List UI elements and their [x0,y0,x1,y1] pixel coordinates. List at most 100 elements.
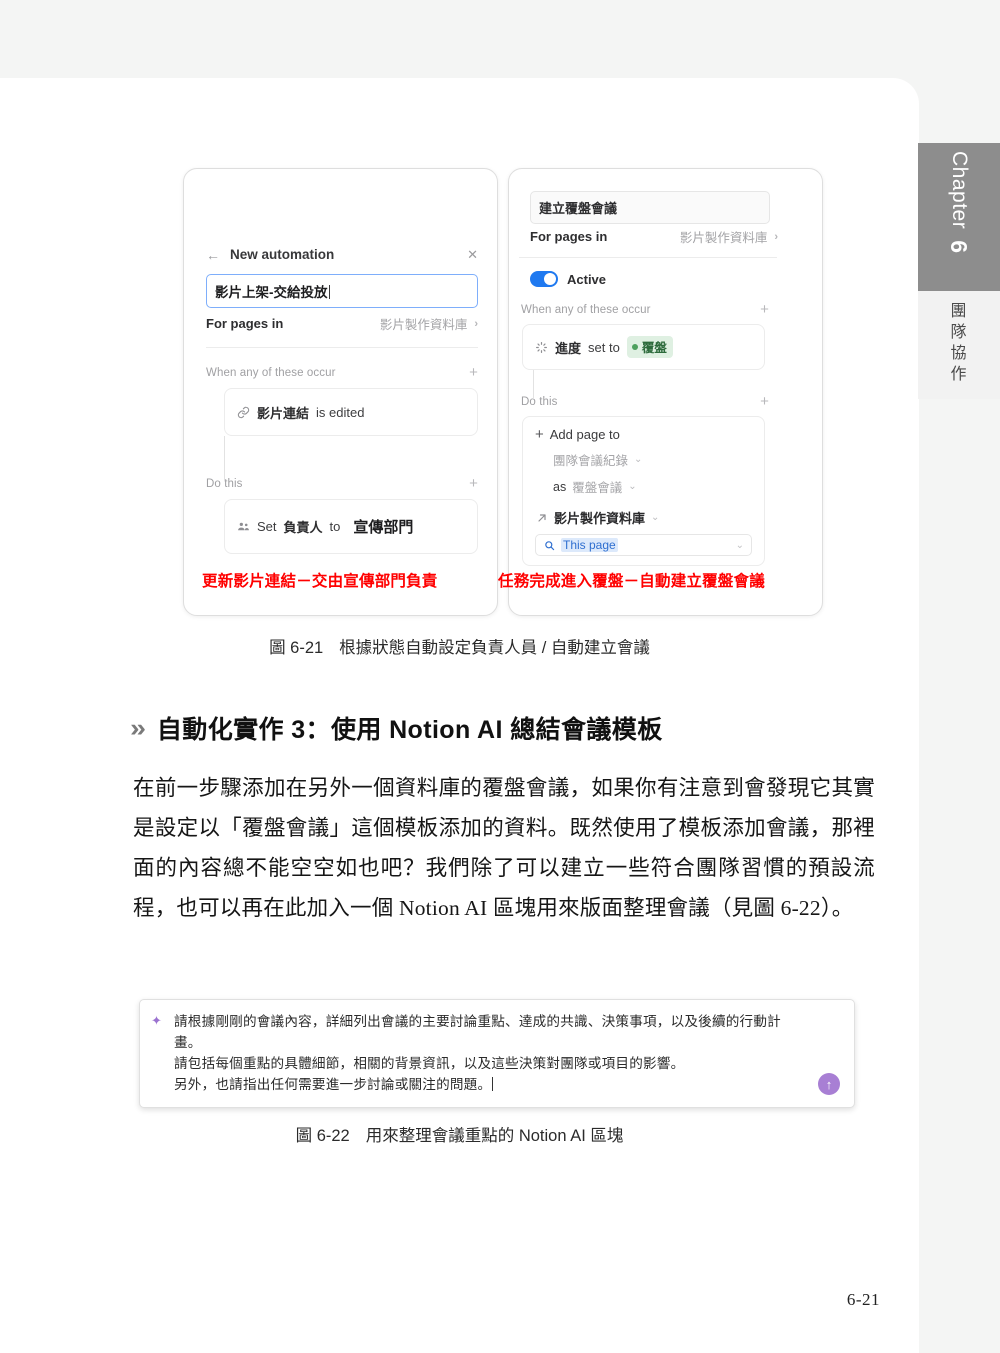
figure-6-21-caption: 圖 6-21 根據狀態自動設定負責人員 / 自動建立會議 [0,634,919,658]
automation-panel-right: 建立覆盤會議 For pages in 影片製作資料庫 › Active Whe… [498,168,823,616]
action-section-text: Do this [206,477,243,490]
trigger-section-label-right: When any of these occur + [521,302,769,317]
text-caret-ai [492,1077,494,1091]
active-toggle-row[interactable]: Active [530,271,606,287]
add-page-action-box[interactable]: + Add page to 團隊會議紀錄 ⌄ as 覆盤會議 ⌄ 影片製作資料庫… [522,416,765,566]
chapter-subtitle-char-1: 隊 [950,324,968,341]
automation-name-input-right[interactable]: 建立覆盤會議 [530,191,770,224]
for-pages-in-value: 影片製作資料庫 [379,318,468,332]
trigger-property-right: 進度 [555,340,582,356]
heading-marker-icon: » [129,713,146,742]
add-trigger-icon-right[interactable]: + [760,302,769,317]
chevron-right-icon: › [474,317,478,330]
add-page-to-label: Add page to [549,427,620,442]
plus-icon: + [535,426,544,443]
people-icon [237,520,250,533]
figure-6-21-caption-number: 圖 6-21 [269,639,324,657]
section-heading: » 自動化實作 3：使用 Notion AI 總結會議模板 [129,710,663,746]
action-verb: Set [257,519,277,534]
notion-ai-block[interactable]: ✦ 請根據剛剛的會議內容，詳細列出會議的主要討論重點、達成的共識、決策事項，以及… [139,999,855,1108]
figure-6-21-caption-text: 根據狀態自動設定負責人員 / 自動建立會議 [339,639,650,657]
page-search-value: This page [561,538,618,552]
figure-6-22-caption-number: 圖 6-22 [295,1127,350,1145]
for-pages-in-label: For pages in [206,316,284,331]
ai-sparkle-icon: ✦ [151,1013,162,1028]
automation-header-title: New automation [230,247,335,262]
active-toggle-label: Active [567,271,607,287]
add-action-icon-right[interactable]: + [760,394,769,409]
page-number: 6-21 [846,1290,880,1309]
as-label: as [553,479,567,494]
divider [206,347,478,348]
automation-name-input[interactable]: 影片上架-交給投放 [206,274,478,308]
add-page-to-row[interactable]: + Add page to [535,427,752,442]
add-page-target-row[interactable]: 團隊會議紀錄 ⌄ [535,450,752,469]
automation-panel-left: ← New automation ✕ 影片上架-交給投放 For pages i… [183,168,498,616]
action-section-label: Do this + [206,476,478,491]
chapter-subtitle-char-3: 作 [950,366,968,383]
status-dot-icon [631,343,638,350]
chapter-tab-band: Chapter 6 [918,143,1000,291]
figure-6-21: ← New automation ✕ 影片上架-交給投放 For pages i… [183,168,823,616]
arrow-up-right-icon [535,511,548,524]
ai-prompt-line-3-text: 另外，也請指出任何需要進一步討論或關注的問題。 [174,1077,492,1092]
active-toggle[interactable] [530,271,558,287]
chevron-right-icon-right: › [774,230,778,243]
automation-name-value-right: 建立覆盤會議 [539,201,618,216]
ai-prompt-line-2: 請包括每個重點的具體細節，相關的背景資訊，以及這些決策對團隊或項目的影響。 [174,1056,685,1071]
figure-6-22-caption-text: 用來整理會議重點的 Notion AI 區塊 [365,1127,624,1145]
ai-prompt-line-3: 另外，也請指出任何需要進一步討論或關注的問題。 [174,1074,840,1095]
action-chip[interactable]: Set 負責人 to 宣傳部門 [224,499,478,554]
trigger-section-text: When any of these occur [206,366,336,379]
trigger-verb-right: set to [588,339,620,355]
chapter-tab-number: 6 [946,240,973,254]
add-page-target: 團隊會議紀錄 [553,454,629,468]
page-search-input[interactable]: This page ⌄ [535,534,752,556]
add-action-icon[interactable]: + [469,476,478,491]
red-annotation-right: 任務完成進入覆盤－自動建立覆盤會議 [498,573,765,590]
for-pages-in-row[interactable]: For pages in 影片製作資料庫 › [206,314,478,333]
action-section-label-right: Do this + [521,394,769,409]
send-up-arrow-icon[interactable]: ↑ [818,1073,840,1095]
back-arrow-icon[interactable]: ← [206,248,220,262]
chapter-subtitle-char-0: 團 [950,303,968,320]
chapter-tab-label: Chapter [948,151,971,230]
for-pages-in-label-right: For pages in [530,229,608,244]
automation-name-value: 影片上架-交給投放 [215,285,328,300]
text-caret [328,285,330,299]
trigger-section-text-right: When any of these occur [521,303,651,316]
action-to-label: to [329,519,341,534]
status-spinner-icon [535,341,548,354]
trigger-chip[interactable]: 影片連結 is edited [224,388,478,436]
search-icon [543,539,556,552]
action-section-text-right: Do this [521,395,558,408]
chevron-down-icon-search: ⌄ [735,539,744,551]
chevron-down-icon-relation: ⌄ [651,512,660,523]
figure-6-22-caption: 圖 6-22 用來整理會議重點的 Notion AI 區塊 [0,1122,919,1146]
for-pages-in-value-right: 影片製作資料庫 [679,231,768,245]
toggle-knob [544,273,556,285]
body-paragraph: 在前一步驟添加在另外一個資料庫的覆盤會議，如果你有注意到會發現它其實是設定以「覆… [133,776,875,920]
add-trigger-icon[interactable]: + [469,365,478,380]
ai-prompt-line-0: 請根據剛剛的會議內容，詳細列出會議的主要討論重點、達成的共識、決策事項，以及後續… [174,1014,781,1029]
action-property: 負責人 [283,520,323,535]
relation-value: 影片製作資料庫 [554,511,646,526]
trigger-property: 影片連結 [257,405,310,421]
ai-prompt-line-1: 畫。 [174,1035,202,1050]
as-value: 覆盤會議 [572,481,623,495]
trigger-chip-right[interactable]: 進度 set to 覆盤 [522,324,765,370]
trigger-section-label: When any of these occur + [206,365,478,380]
close-icon[interactable]: ✕ [467,248,478,261]
action-value: 宣傳部門 [353,519,414,536]
chapter-subtitle-char-2: 協 [950,345,968,362]
red-annotation-left: 更新影片連結－交由宣傳部門負責 [202,573,438,590]
add-page-as-row[interactable]: as 覆盤會議 ⌄ [535,477,752,496]
divider-right [519,257,777,258]
trigger-verb: is edited [316,404,365,420]
for-pages-in-row-right[interactable]: For pages in 影片製作資料庫 › [530,227,778,246]
chevron-down-icon-target: ⌄ [634,454,643,465]
heading-text: 自動化實作 3：使用 Notion AI 總結會議模板 [156,716,663,744]
chevron-down-icon-as: ⌄ [628,481,637,492]
relation-row[interactable]: 影片製作資料庫 ⌄ [535,508,752,527]
chapter-tab-subtitle: 團 隊 協 作 [918,291,1000,399]
